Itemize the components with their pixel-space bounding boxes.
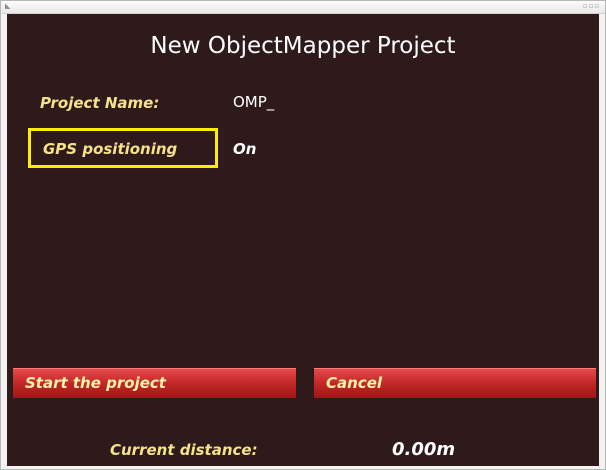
gps-positioning-label[interactable]: GPS positioning: [43, 140, 177, 158]
project-name-label: Project Name:: [40, 94, 160, 112]
window-controls[interactable]: ▫▫▫: [583, 2, 599, 10]
start-project-button[interactable]: Start the project: [13, 368, 296, 398]
current-distance-value: 0.00m: [392, 439, 456, 460]
app-window: ◣ ▫▫▫ New ObjectMapper Project Project N…: [0, 0, 606, 470]
window-titlebar[interactable]: ◣ ▫▫▫: [1, 1, 605, 14]
gps-positioning-value[interactable]: On: [233, 140, 256, 158]
current-distance-label: Current distance:: [110, 441, 258, 459]
page-title: New ObjectMapper Project: [150, 33, 456, 59]
cancel-button[interactable]: Cancel: [314, 368, 596, 398]
main-panel: New ObjectMapper Project Project Name: O…: [7, 14, 599, 466]
app-icon: ◣: [5, 2, 11, 10]
project-name-field[interactable]: OMP_: [233, 93, 274, 111]
